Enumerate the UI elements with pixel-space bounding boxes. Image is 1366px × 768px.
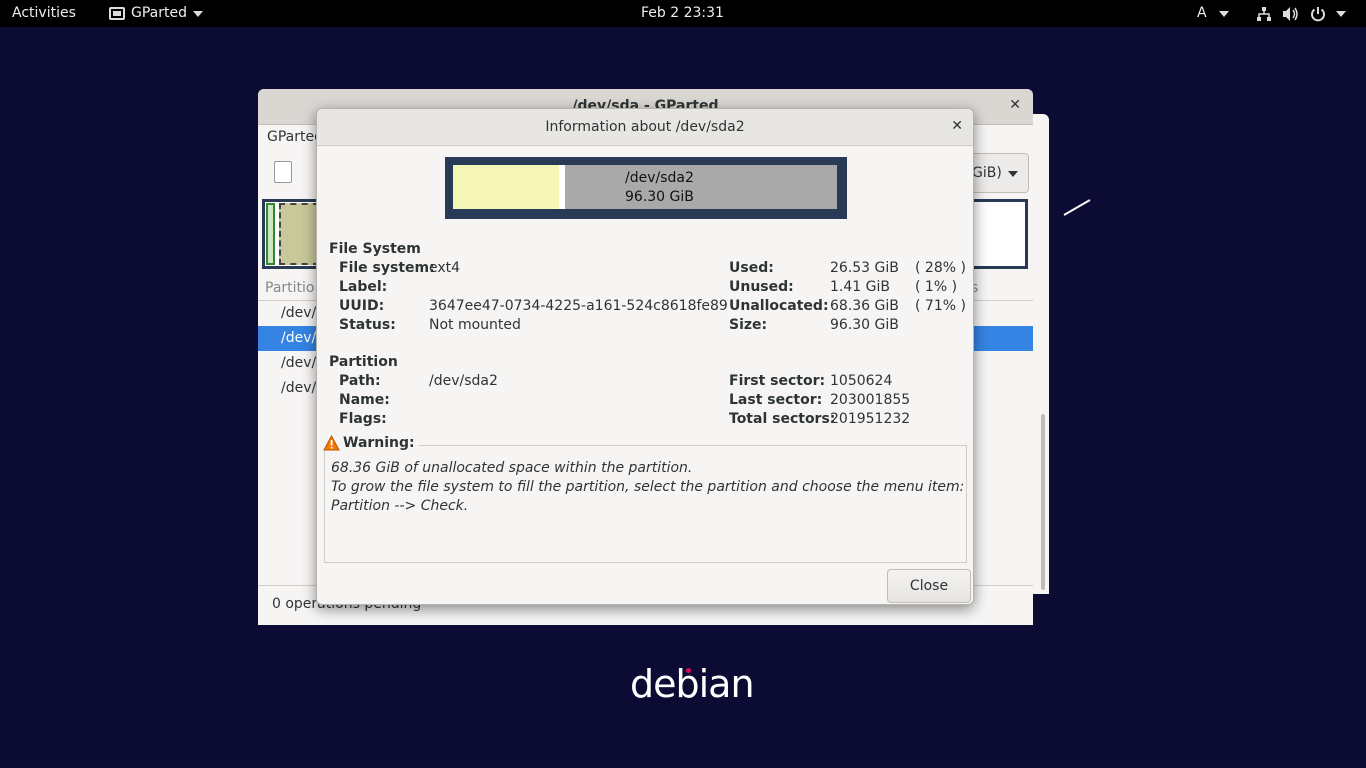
app-menu[interactable]: GParted — [109, 0, 203, 27]
partition-info-dialog: Information about /dev/sda2 ✕ /dev/sda2 … — [316, 108, 974, 605]
unallocated-value: 68.36 GiB — [830, 298, 899, 314]
chevron-down-icon — [193, 10, 203, 17]
top-bar: Activities GParted Feb 2 23:31 A — [0, 0, 1366, 27]
device-selector-label: GiB) — [972, 165, 1002, 181]
debian-logo-dot — [686, 668, 691, 673]
network-icon — [1257, 6, 1271, 21]
clock[interactable]: Feb 2 23:31 — [641, 0, 724, 27]
unused-percent: ( 1% ) — [915, 279, 958, 295]
used-label: Used: — [729, 260, 774, 276]
label-label: Label: — [339, 279, 388, 295]
power-icon — [1311, 6, 1325, 21]
filesystem-section-title: File System — [329, 241, 421, 257]
volume-icon — [1283, 6, 1298, 21]
unused-value: 1.41 GiB — [830, 279, 890, 295]
status-value: Not mounted — [429, 317, 521, 333]
used-space-fill — [453, 165, 559, 209]
partition-map-segment[interactable] — [266, 203, 275, 265]
partition-map-segment[interactable] — [279, 203, 319, 265]
chevron-down-icon — [1007, 171, 1018, 177]
chevron-down-icon — [1218, 10, 1229, 17]
partition-usage-bar: /dev/sda2 96.30 GiB — [453, 165, 837, 209]
graph-size: 96.30 GiB — [625, 189, 694, 205]
warning-line: 68.36 GiB of unallocated space within th… — [331, 460, 693, 476]
file-system-value: ext4 — [429, 260, 461, 276]
warning-icon — [323, 435, 340, 451]
background-window-edge — [1033, 114, 1049, 594]
unused-label: Unused: — [729, 279, 794, 295]
file-system-label: File system: — [339, 260, 435, 276]
uuid-label: UUID: — [339, 298, 385, 314]
warning-message: 68.36 GiB of unallocated space within th… — [331, 459, 964, 516]
graph-path: /dev/sda2 — [625, 170, 694, 186]
close-icon[interactable]: ✕ — [951, 118, 963, 134]
input-method-label: A — [1197, 5, 1207, 21]
warning-line: To grow the file system to fill the part… — [331, 479, 965, 495]
unused-space-fill — [559, 165, 565, 209]
flags-label: Flags: — [339, 411, 387, 427]
partition-section-title: Partition — [329, 354, 398, 370]
used-value: 26.53 GiB — [830, 260, 899, 276]
partition-usage-graph: /dev/sda2 96.30 GiB — [445, 157, 847, 219]
app-menu-label: GParted — [131, 5, 187, 21]
name-label: Name: — [339, 392, 390, 408]
first-sector-value: 1050624 — [830, 373, 893, 389]
unallocated-percent: ( 71% ) — [915, 298, 966, 314]
total-sectors-value: 201951232 — [830, 411, 911, 427]
close-icon[interactable]: ✕ — [1009, 97, 1021, 113]
debian-logo: debian — [630, 662, 755, 706]
warning-line: Partition --> Check. — [331, 498, 469, 514]
total-sectors-label: Total sectors: — [729, 411, 836, 427]
size-value: 96.30 GiB — [830, 317, 899, 333]
path-value: /dev/sda2 — [429, 373, 498, 389]
status-label: Status: — [339, 317, 396, 333]
graph-label: /dev/sda2 96.30 GiB — [625, 169, 694, 207]
gparted-app-icon — [109, 7, 125, 20]
unallocated-label: Unallocated: — [729, 298, 829, 314]
warning-label: Warning: — [343, 435, 415, 451]
dialog-titlebar: Information about /dev/sda2 — [317, 109, 973, 146]
path-label: Path: — [339, 373, 381, 389]
column-header-partition[interactable]: Partitio — [265, 280, 314, 296]
chevron-down-icon — [1336, 10, 1346, 17]
scrollbar[interactable] — [1041, 414, 1045, 590]
close-button[interactable]: Close — [887, 569, 971, 603]
input-method-menu[interactable]: A — [1197, 0, 1229, 27]
last-sector-value: 203001855 — [830, 392, 911, 408]
new-document-icon[interactable] — [274, 161, 292, 183]
dialog-title: Information about /dev/sda2 — [545, 119, 745, 135]
activities-button[interactable]: Activities — [12, 0, 76, 27]
mouse-cursor — [1063, 199, 1091, 216]
menu-gparted[interactable]: GParted — [267, 129, 323, 145]
warning-heading: Warning: — [323, 435, 419, 451]
system-menu[interactable] — [1256, 0, 1346, 27]
last-sector-label: Last sector: — [729, 392, 823, 408]
used-percent: ( 28% ) — [915, 260, 966, 276]
size-label: Size: — [729, 317, 768, 333]
first-sector-label: First sector: — [729, 373, 826, 389]
uuid-value: 3647ee47-0734-4225-a161-524c8618fe89 — [429, 298, 728, 314]
